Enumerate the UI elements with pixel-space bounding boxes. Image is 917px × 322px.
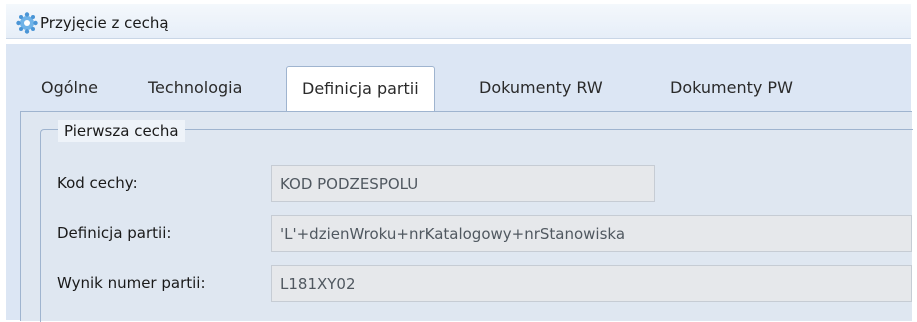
tab-definicja-partii[interactable]: Definicja partii	[286, 66, 435, 112]
wynik-numer-partii-field[interactable]: L181XY02	[271, 265, 912, 302]
tab-technologia[interactable]: Technologia	[148, 78, 242, 97]
main-panel: Ogólne Technologia Definicja partii Doku…	[6, 44, 913, 322]
tab-strip: Ogólne Technologia Definicja partii Doku…	[6, 44, 911, 112]
window-titlebar: Przyjęcie z cechą	[6, 4, 911, 39]
kod-cechy-field[interactable]: KOD PODZESPOLU	[271, 165, 655, 202]
definicja-partii-field[interactable]: 'L'+dzienWroku+nrKatalogowy+nrStanowiska	[271, 215, 912, 252]
gear-app-icon	[16, 12, 38, 34]
group-title: Pierwsza cecha	[58, 120, 185, 142]
wynik-numer-partii-label: Wynik numer partii:	[57, 274, 206, 292]
window-title: Przyjęcie z cechą	[40, 14, 169, 32]
definicja-partii-label: Definicja partii:	[57, 224, 172, 242]
tab-dokumenty-pw[interactable]: Dokumenty PW	[670, 78, 793, 97]
tab-dokumenty-rw[interactable]: Dokumenty RW	[479, 78, 603, 97]
tab-ogolne[interactable]: Ogólne	[41, 78, 98, 97]
tab-content: Pierwsza cecha Kod cechy: KOD PODZESPOLU…	[20, 111, 913, 322]
kod-cechy-label: Kod cechy:	[57, 174, 138, 192]
